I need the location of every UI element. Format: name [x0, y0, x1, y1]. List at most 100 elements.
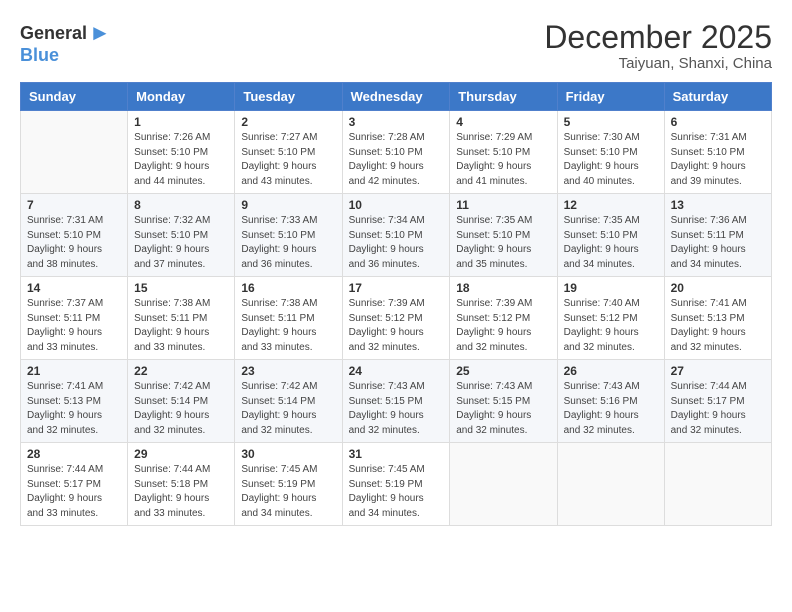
day-info: Sunrise: 7:40 AM Sunset: 5:12 PM Dayligh… [564, 297, 658, 355]
month-year-title: December 2025 [544, 20, 772, 55]
weekday-header-row: SundayMondayTuesdayWednesdayThursdayFrid… [21, 83, 772, 111]
day-number: 10 [349, 198, 444, 212]
day-info: Sunrise: 7:45 AM Sunset: 5:19 PM Dayligh… [349, 463, 444, 521]
calendar-cell: 20 Sunrise: 7:41 AM Sunset: 5:13 PM Dayli… [664, 277, 771, 360]
day-info: Sunrise: 7:32 AM Sunset: 5:10 PM Dayligh… [134, 214, 228, 272]
day-number: 13 [671, 198, 765, 212]
day-info: Sunrise: 7:42 AM Sunset: 5:14 PM Dayligh… [134, 380, 228, 438]
weekday-header-wednesday: Wednesday [342, 83, 450, 111]
day-info: Sunrise: 7:28 AM Sunset: 5:10 PM Dayligh… [349, 131, 444, 189]
day-number: 23 [241, 364, 335, 378]
calendar-cell: 11 Sunrise: 7:35 AM Sunset: 5:10 PM Dayli… [450, 194, 557, 277]
calendar-week-2: 7 Sunrise: 7:31 AM Sunset: 5:10 PM Daylig… [21, 194, 772, 277]
day-info: Sunrise: 7:29 AM Sunset: 5:10 PM Dayligh… [456, 131, 550, 189]
calendar-cell: 17 Sunrise: 7:39 AM Sunset: 5:12 PM Dayli… [342, 277, 450, 360]
day-number: 31 [349, 447, 444, 461]
day-number: 29 [134, 447, 228, 461]
day-info: Sunrise: 7:41 AM Sunset: 5:13 PM Dayligh… [671, 297, 765, 355]
calendar-cell [450, 443, 557, 526]
day-info: Sunrise: 7:35 AM Sunset: 5:10 PM Dayligh… [456, 214, 550, 272]
day-info: Sunrise: 7:35 AM Sunset: 5:10 PM Dayligh… [564, 214, 658, 272]
calendar-cell: 5Sunrise: 7:30 AM Sunset: 5:10 PM Daylig… [557, 111, 664, 194]
day-info: Sunrise: 7:43 AM Sunset: 5:15 PM Dayligh… [456, 380, 550, 438]
calendar-cell: 16 Sunrise: 7:38 AM Sunset: 5:11 PM Dayli… [235, 277, 342, 360]
calendar-week-4: 21 Sunrise: 7:41 AM Sunset: 5:13 PM Dayli… [21, 360, 772, 443]
calendar-cell: 19 Sunrise: 7:40 AM Sunset: 5:12 PM Dayli… [557, 277, 664, 360]
day-number: 22 [134, 364, 228, 378]
calendar-cell: 22 Sunrise: 7:42 AM Sunset: 5:14 PM Dayli… [128, 360, 235, 443]
calendar-table: SundayMondayTuesdayWednesdayThursdayFrid… [20, 82, 772, 526]
day-info: Sunrise: 7:39 AM Sunset: 5:12 PM Dayligh… [456, 297, 550, 355]
weekday-header-monday: Monday [128, 83, 235, 111]
day-info: Sunrise: 7:44 AM Sunset: 5:18 PM Dayligh… [134, 463, 228, 521]
logo-blue-text: Blue [20, 45, 59, 65]
calendar-cell: 10 Sunrise: 7:34 AM Sunset: 5:10 PM Dayli… [342, 194, 450, 277]
day-info: Sunrise: 7:31 AM Sunset: 5:10 PM Dayligh… [27, 214, 121, 272]
calendar-cell: 28 Sunrise: 7:44 AM Sunset: 5:17 PM Dayli… [21, 443, 128, 526]
calendar-cell: 23Sunrise: 7:42 AM Sunset: 5:14 PM Dayli… [235, 360, 342, 443]
day-number: 18 [456, 281, 550, 295]
day-info: Sunrise: 7:36 AM Sunset: 5:11 PM Dayligh… [671, 214, 765, 272]
day-number: 8 [134, 198, 228, 212]
calendar-cell: 13 Sunrise: 7:36 AM Sunset: 5:11 PM Dayli… [664, 194, 771, 277]
calendar-cell: 18 Sunrise: 7:39 AM Sunset: 5:12 PM Dayli… [450, 277, 557, 360]
calendar-cell: 21 Sunrise: 7:41 AM Sunset: 5:13 PM Dayli… [21, 360, 128, 443]
day-number: 20 [671, 281, 765, 295]
day-number: 6 [671, 115, 765, 129]
day-info: Sunrise: 7:44 AM Sunset: 5:17 PM Dayligh… [27, 463, 121, 521]
calendar-cell: 29 Sunrise: 7:44 AM Sunset: 5:18 PM Dayli… [128, 443, 235, 526]
day-number: 17 [349, 281, 444, 295]
calendar-cell: 2 Sunrise: 7:27 AM Sunset: 5:10 PM Daylig… [235, 111, 342, 194]
day-info: Sunrise: 7:41 AM Sunset: 5:13 PM Dayligh… [27, 380, 121, 438]
calendar-cell: 7 Sunrise: 7:31 AM Sunset: 5:10 PM Daylig… [21, 194, 128, 277]
calendar-cell: 1Sunrise: 7:26 AM Sunset: 5:10 PM Daylig… [128, 111, 235, 194]
day-number: 12 [564, 198, 658, 212]
weekday-header-thursday: Thursday [450, 83, 557, 111]
day-info: Sunrise: 7:27 AM Sunset: 5:10 PM Dayligh… [241, 131, 335, 189]
day-number: 15 [134, 281, 228, 295]
day-number: 9 [241, 198, 335, 212]
day-info: Sunrise: 7:39 AM Sunset: 5:12 PM Dayligh… [349, 297, 444, 355]
weekday-header-sunday: Sunday [21, 83, 128, 111]
day-number: 19 [564, 281, 658, 295]
day-number: 26 [564, 364, 658, 378]
day-info: Sunrise: 7:34 AM Sunset: 5:10 PM Dayligh… [349, 214, 444, 272]
calendar-week-1: 1Sunrise: 7:26 AM Sunset: 5:10 PM Daylig… [21, 111, 772, 194]
day-info: Sunrise: 7:38 AM Sunset: 5:11 PM Dayligh… [241, 297, 335, 355]
calendar-cell: 24 Sunrise: 7:43 AM Sunset: 5:15 PM Dayli… [342, 360, 450, 443]
day-number: 11 [456, 198, 550, 212]
calendar-cell: 25 Sunrise: 7:43 AM Sunset: 5:15 PM Dayli… [450, 360, 557, 443]
day-number: 21 [27, 364, 121, 378]
calendar-cell: 27 Sunrise: 7:44 AM Sunset: 5:17 PM Dayli… [664, 360, 771, 443]
weekday-header-tuesday: Tuesday [235, 83, 342, 111]
calendar-cell: 6 Sunrise: 7:31 AM Sunset: 5:10 PM Daylig… [664, 111, 771, 194]
day-info: Sunrise: 7:33 AM Sunset: 5:10 PM Dayligh… [241, 214, 335, 272]
logo-bird-icon: ► [89, 20, 111, 46]
weekday-header-saturday: Saturday [664, 83, 771, 111]
calendar-cell: 12 Sunrise: 7:35 AM Sunset: 5:10 PM Dayli… [557, 194, 664, 277]
day-number: 2 [241, 115, 335, 129]
calendar-cell: 15Sunrise: 7:38 AM Sunset: 5:11 PM Dayli… [128, 277, 235, 360]
day-info: Sunrise: 7:43 AM Sunset: 5:15 PM Dayligh… [349, 380, 444, 438]
calendar-cell: 9 Sunrise: 7:33 AM Sunset: 5:10 PM Daylig… [235, 194, 342, 277]
calendar-cell: 14Sunrise: 7:37 AM Sunset: 5:11 PM Dayli… [21, 277, 128, 360]
calendar-cell [664, 443, 771, 526]
day-number: 27 [671, 364, 765, 378]
location-subtitle: Taiyuan, Shanxi, China [544, 55, 772, 72]
day-info: Sunrise: 7:43 AM Sunset: 5:16 PM Dayligh… [564, 380, 658, 438]
weekday-header-friday: Friday [557, 83, 664, 111]
calendar-cell: 30Sunrise: 7:45 AM Sunset: 5:19 PM Dayli… [235, 443, 342, 526]
day-number: 24 [349, 364, 444, 378]
day-number: 25 [456, 364, 550, 378]
logo: General ► Blue [20, 20, 111, 66]
day-number: 5 [564, 115, 658, 129]
day-info: Sunrise: 7:44 AM Sunset: 5:17 PM Dayligh… [671, 380, 765, 438]
day-info: Sunrise: 7:45 AM Sunset: 5:19 PM Dayligh… [241, 463, 335, 521]
day-info: Sunrise: 7:37 AM Sunset: 5:11 PM Dayligh… [27, 297, 121, 355]
logo-general-text: General [20, 24, 87, 42]
day-number: 16 [241, 281, 335, 295]
day-number: 28 [27, 447, 121, 461]
day-number: 7 [27, 198, 121, 212]
day-info: Sunrise: 7:31 AM Sunset: 5:10 PM Dayligh… [671, 131, 765, 189]
calendar-week-5: 28 Sunrise: 7:44 AM Sunset: 5:17 PM Dayli… [21, 443, 772, 526]
